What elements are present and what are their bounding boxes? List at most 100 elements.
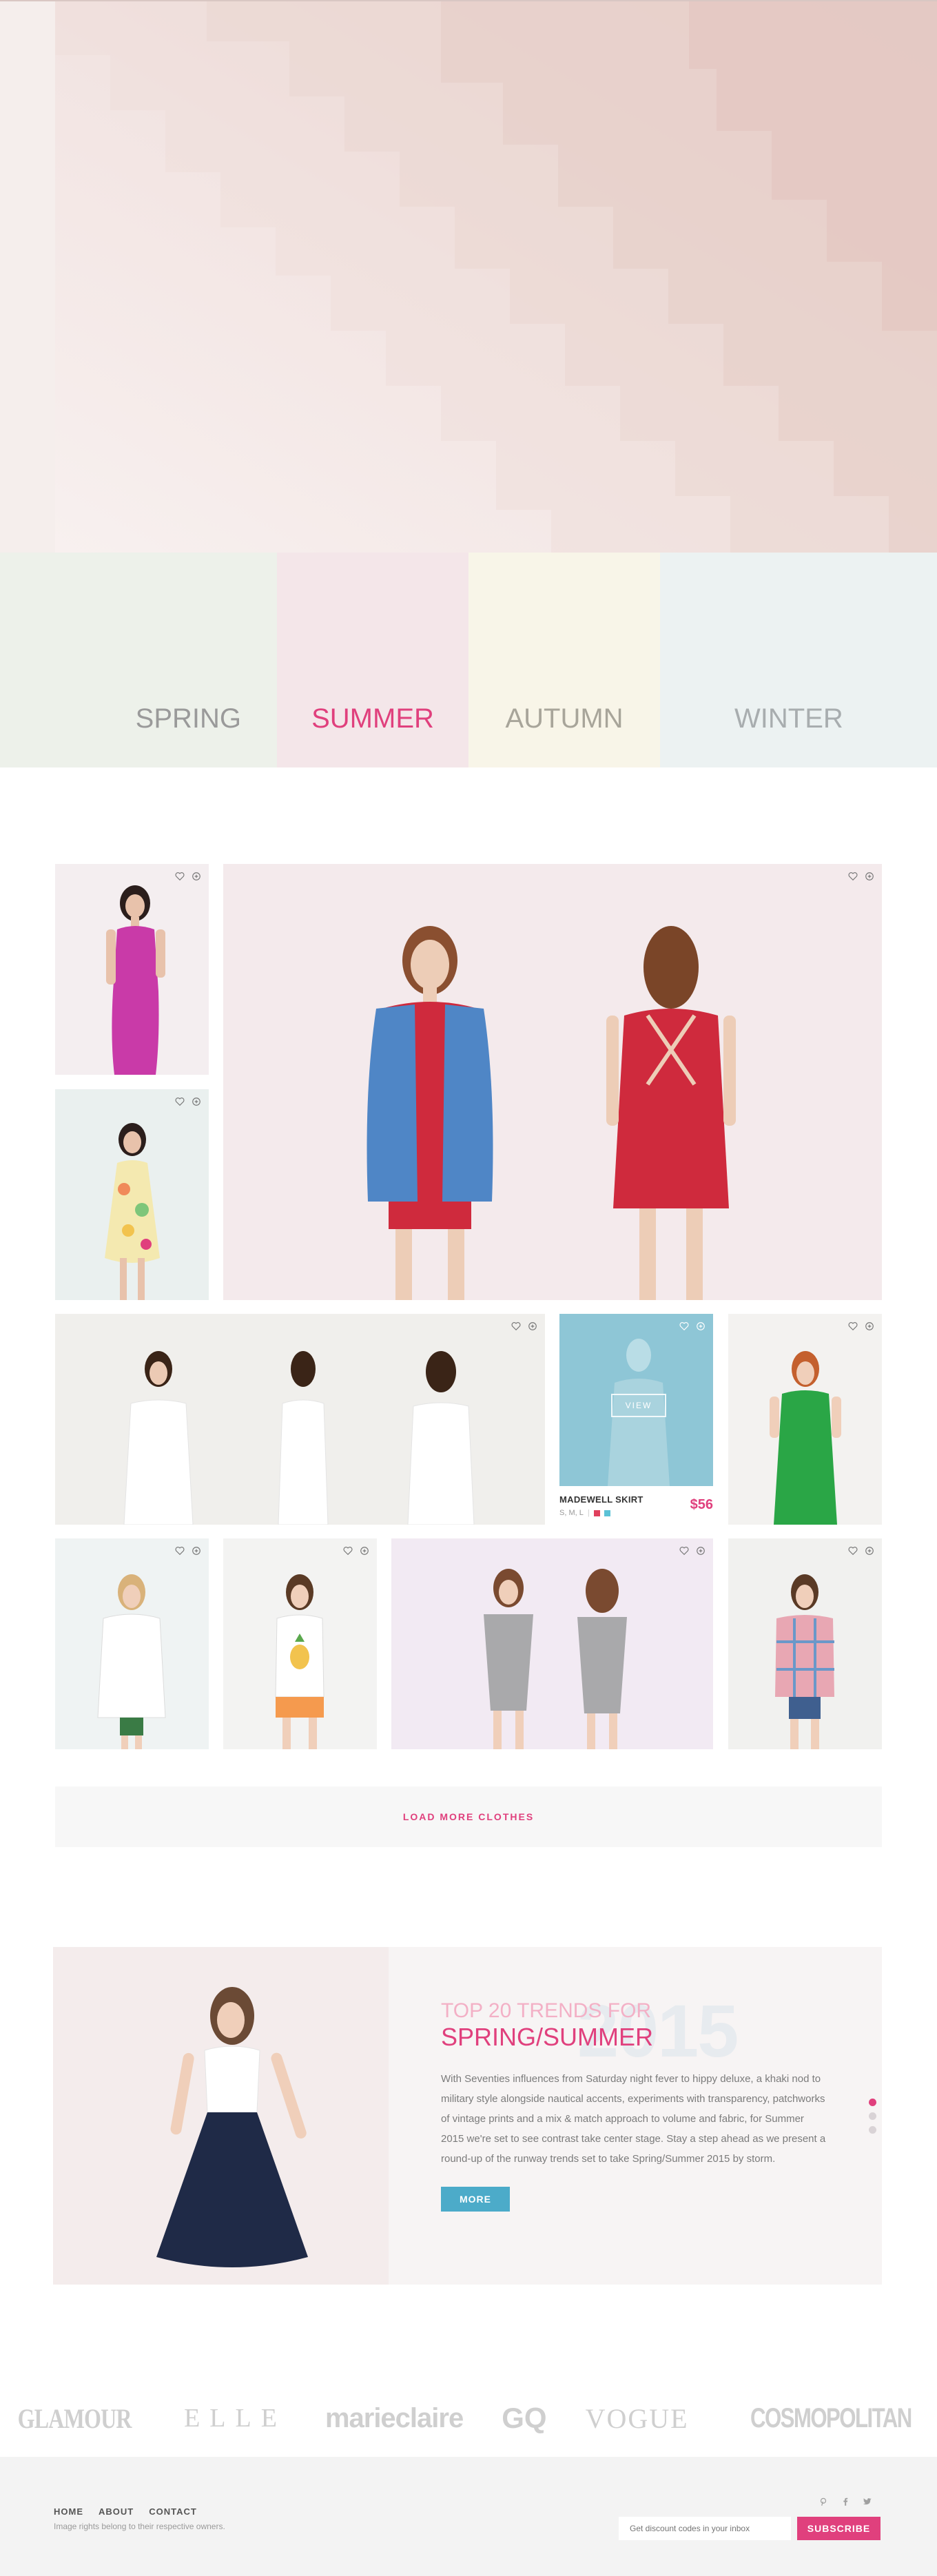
model-image: [156, 1987, 308, 2267]
more-button[interactable]: MORE: [441, 2186, 510, 2212]
load-more-label: LOAD MORE CLOTHES: [402, 1811, 535, 1822]
subscribe-button[interactable]: SUBSCRIBE: [797, 2517, 881, 2540]
tile-actions: [511, 1321, 538, 1332]
season-autumn[interactable]: AUTUMN: [468, 553, 660, 767]
zoom-icon[interactable]: [191, 1545, 202, 1556]
product-info: MADEWELL SKIRT S, M, L | $56: [559, 1486, 713, 1525]
facebook-icon[interactable]: [841, 2497, 850, 2508]
brand-logo-marieclaire: marieclaire: [325, 2402, 464, 2433]
trends-photo: [53, 1947, 389, 2285]
color-swatch-blue[interactable]: [604, 1509, 610, 1516]
footer-link-about[interactable]: ABOUT: [99, 2506, 134, 2517]
slider-dot-3[interactable]: [869, 2126, 876, 2134]
trends-kicker: TOP 20 TRENDS FOR: [441, 1999, 652, 2022]
color-swatch-red[interactable]: [593, 1509, 600, 1516]
zoom-icon[interactable]: [359, 1545, 370, 1556]
product-tile[interactable]: [223, 1538, 377, 1749]
load-more-button[interactable]: LOAD MORE CLOTHES: [55, 1786, 882, 1847]
model-image: [123, 1351, 475, 1525]
slider-dot-1[interactable]: [869, 2099, 876, 2106]
subscribe-email-input[interactable]: [619, 2517, 791, 2540]
zoom-icon[interactable]: [695, 1545, 706, 1556]
product-price: $56: [690, 1497, 713, 1512]
heart-icon[interactable]: [342, 1545, 353, 1556]
heart-icon[interactable]: [174, 1545, 185, 1556]
season-spring[interactable]: SPRING: [0, 553, 277, 767]
tile-actions: [174, 1545, 202, 1556]
heart-icon[interactable]: [511, 1321, 522, 1332]
season-summer[interactable]: SUMMER: [277, 553, 468, 767]
season-label-spring: SPRING: [135, 703, 241, 734]
zoom-icon[interactable]: [864, 1321, 875, 1332]
product-tile[interactable]: [55, 1538, 209, 1749]
brand-logo-elle: ELLE: [184, 2404, 287, 2433]
season-label-autumn: AUTUMN: [505, 703, 624, 734]
heart-icon[interactable]: [679, 1321, 690, 1332]
zoom-icon[interactable]: [864, 1545, 875, 1556]
product-tile[interactable]: [55, 1089, 209, 1300]
brand-logos: GLAMOUR ELLE marieclaire GQ VOGUE COSMOP…: [0, 2398, 937, 2439]
season-winter[interactable]: WINTER: [660, 553, 937, 767]
season-label-winter: WINTER: [734, 703, 843, 734]
model-image: [106, 885, 165, 1075]
tile-actions: [342, 1545, 370, 1556]
brand-logo-cosmopolitan: COSMOPOLITAN: [750, 2402, 912, 2433]
tile-actions: [679, 1545, 706, 1556]
pinterest-icon[interactable]: [818, 2497, 828, 2508]
product-tile-hover[interactable]: VIEW MADEWELL SKIRT S, M, L | $56: [559, 1314, 713, 1525]
model-image: [770, 1351, 841, 1525]
product-tile[interactable]: [728, 1314, 882, 1525]
separator: |: [587, 1509, 590, 1517]
twitter-icon[interactable]: [863, 2497, 872, 2508]
zoom-icon[interactable]: [864, 871, 875, 882]
tile-actions: [174, 871, 202, 882]
footer-link-home[interactable]: HOME: [54, 2506, 83, 2517]
zoom-icon[interactable]: [191, 871, 202, 882]
product-image-overlay: VIEW: [559, 1314, 713, 1486]
footer-nav: HOME ABOUT CONTACT: [54, 2506, 197, 2517]
tile-actions: [847, 1545, 875, 1556]
tile-actions: [847, 1321, 875, 1332]
trends-title: SPRING/SUMMER: [441, 2023, 654, 2051]
trends-body: With Seventies influences from Saturday …: [441, 2072, 826, 2165]
model-image: [97, 1574, 166, 1749]
trends-section: 2015 TOP 20 TRENDS FOR SPRING/SUMMER Wit…: [53, 1947, 882, 2285]
product-tile-featured[interactable]: [223, 864, 882, 1300]
trends-content: 2015 TOP 20 TRENDS FOR SPRING/SUMMER Wit…: [441, 1994, 827, 2212]
product-tile[interactable]: [55, 864, 209, 1075]
product-size-list: S, M, L: [559, 1509, 584, 1517]
heart-icon[interactable]: [174, 1096, 185, 1107]
brand-logo-glamour: GLAMOUR: [17, 2402, 132, 2434]
brand-logo-gq: GQ: [502, 2402, 547, 2434]
slider-dots: [869, 2099, 876, 2134]
heart-icon[interactable]: [174, 871, 185, 882]
heart-icon[interactable]: [847, 871, 858, 882]
footer-note: Image rights belong to their respective …: [54, 2522, 225, 2531]
hero-banner: [0, 0, 937, 553]
view-button[interactable]: VIEW: [611, 1394, 666, 1417]
hero-background: [0, 0, 937, 553]
footer-link-contact[interactable]: CONTACT: [149, 2506, 197, 2517]
heart-icon[interactable]: [847, 1321, 858, 1332]
product-tile[interactable]: [391, 1538, 713, 1749]
tile-actions: [174, 1096, 202, 1107]
product-tile[interactable]: [55, 1314, 545, 1525]
heart-icon[interactable]: [679, 1545, 690, 1556]
model-image-back: [606, 926, 736, 1300]
season-nav: SPRING SUMMER AUTUMN WINTER: [0, 553, 937, 767]
season-label-summer: SUMMER: [311, 703, 434, 734]
footer: HOME ABOUT CONTACT Image rights belong t…: [0, 2457, 937, 2576]
model-image: [105, 1123, 160, 1300]
zoom-icon[interactable]: [527, 1321, 538, 1332]
tile-actions: [679, 1321, 706, 1332]
zoom-icon[interactable]: [191, 1096, 202, 1107]
heart-icon[interactable]: [847, 1545, 858, 1556]
model-image: [484, 1569, 627, 1749]
model-image: [275, 1574, 325, 1749]
model-image-front: [367, 926, 493, 1300]
slider-dot-2[interactable]: [869, 2112, 876, 2120]
brand-logo-vogue: VOGUE: [585, 2402, 689, 2434]
zoom-icon[interactable]: [695, 1321, 706, 1332]
model-image: [775, 1574, 834, 1749]
product-tile[interactable]: [728, 1538, 882, 1749]
